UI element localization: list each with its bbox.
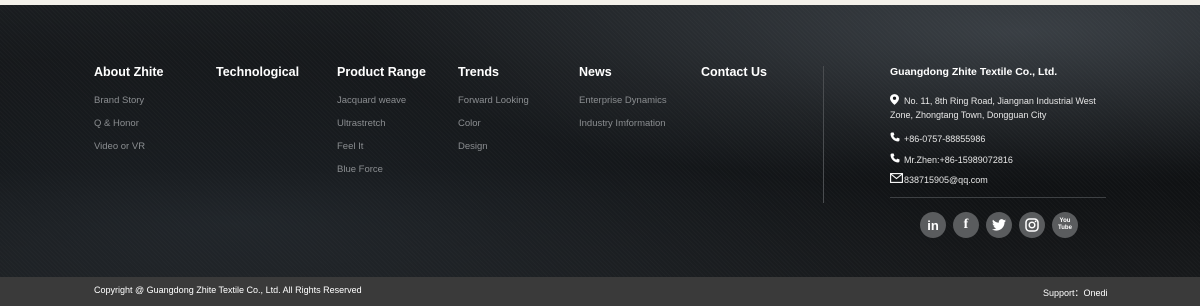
address-text: No. 11, 8th Ring Road, Jiangnan Industri… <box>904 96 1096 106</box>
col-title-about[interactable]: About Zhite <box>94 65 163 79</box>
copyright-text: Copyright @ Guangdong Zhite Textile Co.,… <box>94 285 362 295</box>
support-link[interactable]: Support：Onedi <box>1043 286 1108 299</box>
col-title-product-range[interactable]: Product Range <box>337 65 426 79</box>
link-color[interactable]: Color <box>458 118 529 129</box>
footer-col-trends: Trends Forward Looking Color Design <box>458 65 529 164</box>
company-name: Guangdong Zhite Textile Co., Ltd. <box>890 66 1058 78</box>
linkedin-icon[interactable]: in <box>920 212 946 238</box>
email-icon <box>890 173 904 187</box>
site-footer: About Zhite Brand Story Q & Honor Video … <box>0 5 1200 277</box>
phone-icon <box>890 132 904 146</box>
link-ultrastretch[interactable]: Ultrastretch <box>337 118 426 129</box>
facebook-icon[interactable]: f <box>953 212 979 238</box>
address-row: No. 11, 8th Ring Road, Jiangnan Industri… <box>890 94 1104 122</box>
email-row: 838715905@qq.com <box>890 173 988 187</box>
col-title-technological[interactable]: Technological <box>216 65 299 79</box>
address-text-line2: Zone, Zhongtang Town, Dongguan City <box>890 110 1047 120</box>
instagram-icon[interactable] <box>1019 212 1045 238</box>
link-enterprise-dynamics[interactable]: Enterprise Dynamics <box>579 95 667 106</box>
footer-col-news: News Enterprise Dynamics Industry Imform… <box>579 65 667 141</box>
col-title-contact-us[interactable]: Contact Us <box>701 65 767 79</box>
horizontal-divider <box>890 197 1106 198</box>
link-jacquard-weave[interactable]: Jacquard weave <box>337 95 426 106</box>
link-video-vr[interactable]: Video or VR <box>94 141 163 152</box>
footer-col-technological: Technological <box>216 65 299 79</box>
col-title-news[interactable]: News <box>579 65 667 79</box>
link-brand-story[interactable]: Brand Story <box>94 95 163 106</box>
vertical-divider <box>823 66 824 203</box>
col-title-trends[interactable]: Trends <box>458 65 529 79</box>
footer-col-product-range: Product Range Jacquard weave Ultrastretc… <box>337 65 426 187</box>
link-blue-force[interactable]: Blue Force <box>337 164 426 175</box>
link-feel-it[interactable]: Feel It <box>337 141 426 152</box>
twitter-icon[interactable] <box>986 212 1012 238</box>
link-industry-information[interactable]: Industry Imformation <box>579 118 667 129</box>
phone-row: +86-0757-88855986 <box>890 132 985 146</box>
location-pin-icon <box>890 94 904 109</box>
email-text[interactable]: 838715905@qq.com <box>904 173 988 187</box>
mobile-row: Mr.Zhen:+86-15989072816 <box>890 153 1013 167</box>
mobile-text[interactable]: Mr.Zhen:+86-15989072816 <box>904 153 1013 167</box>
link-q-honor[interactable]: Q & Honor <box>94 118 163 129</box>
footer-col-contact: Contact Us <box>701 65 767 79</box>
link-forward-looking[interactable]: Forward Looking <box>458 95 529 106</box>
link-design[interactable]: Design <box>458 141 529 152</box>
footer-col-about: About Zhite Brand Story Q & Honor Video … <box>94 65 163 164</box>
company-info: Guangdong Zhite Textile Co., Ltd. No. 11… <box>890 66 1110 185</box>
youtube-icon[interactable]: You Tube <box>1052 212 1078 238</box>
phone-text[interactable]: +86-0757-88855986 <box>904 132 985 146</box>
mobile-phone-icon <box>890 153 904 167</box>
copyright-bar: Copyright @ Guangdong Zhite Textile Co.,… <box>0 277 1200 306</box>
social-links: in f You Tube <box>920 212 1078 238</box>
